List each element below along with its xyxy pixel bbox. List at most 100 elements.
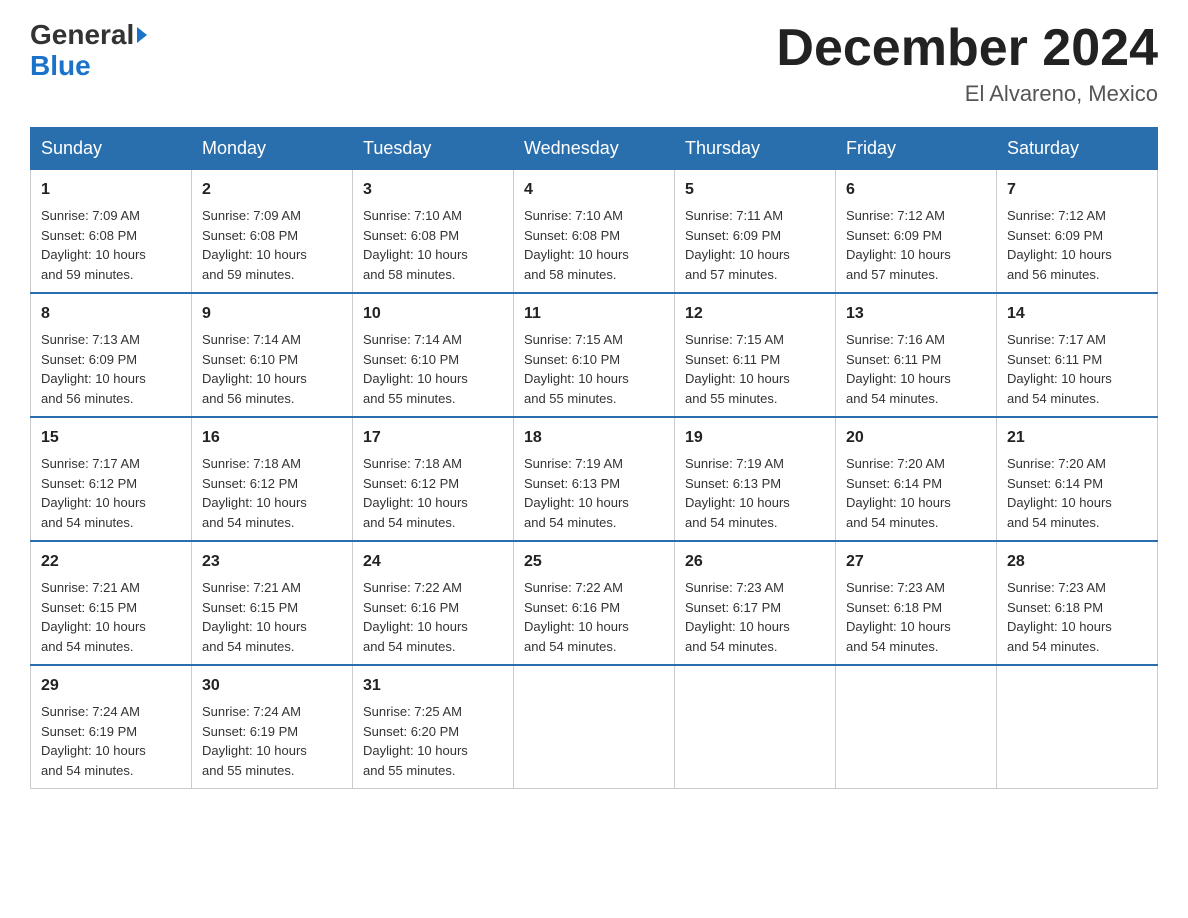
day-number: 30 (202, 674, 342, 698)
day-number: 17 (363, 426, 503, 450)
day-info: Sunrise: 7:23 AMSunset: 6:18 PMDaylight:… (846, 580, 951, 654)
table-row: 10 Sunrise: 7:14 AMSunset: 6:10 PMDaylig… (353, 293, 514, 417)
calendar-week-row: 1 Sunrise: 7:09 AMSunset: 6:08 PMDayligh… (31, 170, 1158, 294)
table-row: 30 Sunrise: 7:24 AMSunset: 6:19 PMDaylig… (192, 665, 353, 789)
table-row: 26 Sunrise: 7:23 AMSunset: 6:17 PMDaylig… (675, 541, 836, 665)
col-saturday: Saturday (997, 128, 1158, 170)
day-number: 29 (41, 674, 181, 698)
table-row: 20 Sunrise: 7:20 AMSunset: 6:14 PMDaylig… (836, 417, 997, 541)
table-row: 3 Sunrise: 7:10 AMSunset: 6:08 PMDayligh… (353, 170, 514, 294)
calendar-table: Sunday Monday Tuesday Wednesday Thursday… (30, 127, 1158, 789)
table-row (997, 665, 1158, 789)
header-row: Sunday Monday Tuesday Wednesday Thursday… (31, 128, 1158, 170)
day-info: Sunrise: 7:22 AMSunset: 6:16 PMDaylight:… (524, 580, 629, 654)
table-row: 13 Sunrise: 7:16 AMSunset: 6:11 PMDaylig… (836, 293, 997, 417)
table-row: 15 Sunrise: 7:17 AMSunset: 6:12 PMDaylig… (31, 417, 192, 541)
day-info: Sunrise: 7:14 AMSunset: 6:10 PMDaylight:… (363, 332, 468, 406)
day-number: 13 (846, 302, 986, 326)
title-area: December 2024 El Alvareno, Mexico (776, 20, 1158, 107)
table-row: 8 Sunrise: 7:13 AMSunset: 6:09 PMDayligh… (31, 293, 192, 417)
day-info: Sunrise: 7:23 AMSunset: 6:17 PMDaylight:… (685, 580, 790, 654)
day-info: Sunrise: 7:21 AMSunset: 6:15 PMDaylight:… (202, 580, 307, 654)
header: General Blue December 2024 El Alvareno, … (30, 20, 1158, 107)
table-row: 23 Sunrise: 7:21 AMSunset: 6:15 PMDaylig… (192, 541, 353, 665)
calendar-week-row: 22 Sunrise: 7:21 AMSunset: 6:15 PMDaylig… (31, 541, 1158, 665)
col-friday: Friday (836, 128, 997, 170)
day-number: 12 (685, 302, 825, 326)
table-row: 2 Sunrise: 7:09 AMSunset: 6:08 PMDayligh… (192, 170, 353, 294)
day-info: Sunrise: 7:18 AMSunset: 6:12 PMDaylight:… (202, 456, 307, 530)
col-monday: Monday (192, 128, 353, 170)
day-number: 3 (363, 178, 503, 202)
day-number: 16 (202, 426, 342, 450)
day-number: 10 (363, 302, 503, 326)
day-info: Sunrise: 7:17 AMSunset: 6:11 PMDaylight:… (1007, 332, 1112, 406)
month-title: December 2024 (776, 20, 1158, 77)
day-info: Sunrise: 7:19 AMSunset: 6:13 PMDaylight:… (524, 456, 629, 530)
day-info: Sunrise: 7:10 AMSunset: 6:08 PMDaylight:… (363, 208, 468, 282)
logo-blue-text: Blue (30, 51, 91, 82)
day-info: Sunrise: 7:20 AMSunset: 6:14 PMDaylight:… (846, 456, 951, 530)
day-info: Sunrise: 7:23 AMSunset: 6:18 PMDaylight:… (1007, 580, 1112, 654)
day-number: 26 (685, 550, 825, 574)
table-row: 22 Sunrise: 7:21 AMSunset: 6:15 PMDaylig… (31, 541, 192, 665)
table-row: 5 Sunrise: 7:11 AMSunset: 6:09 PMDayligh… (675, 170, 836, 294)
day-info: Sunrise: 7:12 AMSunset: 6:09 PMDaylight:… (1007, 208, 1112, 282)
day-number: 24 (363, 550, 503, 574)
col-tuesday: Tuesday (353, 128, 514, 170)
day-number: 2 (202, 178, 342, 202)
day-number: 4 (524, 178, 664, 202)
table-row: 1 Sunrise: 7:09 AMSunset: 6:08 PMDayligh… (31, 170, 192, 294)
table-row: 16 Sunrise: 7:18 AMSunset: 6:12 PMDaylig… (192, 417, 353, 541)
day-info: Sunrise: 7:25 AMSunset: 6:20 PMDaylight:… (363, 704, 468, 778)
col-sunday: Sunday (31, 128, 192, 170)
day-info: Sunrise: 7:13 AMSunset: 6:09 PMDaylight:… (41, 332, 146, 406)
day-number: 6 (846, 178, 986, 202)
day-info: Sunrise: 7:19 AMSunset: 6:13 PMDaylight:… (685, 456, 790, 530)
day-info: Sunrise: 7:09 AMSunset: 6:08 PMDaylight:… (41, 208, 146, 282)
day-number: 31 (363, 674, 503, 698)
table-row: 25 Sunrise: 7:22 AMSunset: 6:16 PMDaylig… (514, 541, 675, 665)
table-row: 18 Sunrise: 7:19 AMSunset: 6:13 PMDaylig… (514, 417, 675, 541)
day-number: 8 (41, 302, 181, 326)
day-number: 21 (1007, 426, 1147, 450)
location: El Alvareno, Mexico (776, 81, 1158, 107)
table-row (514, 665, 675, 789)
day-number: 20 (846, 426, 986, 450)
day-info: Sunrise: 7:18 AMSunset: 6:12 PMDaylight:… (363, 456, 468, 530)
day-number: 14 (1007, 302, 1147, 326)
day-number: 25 (524, 550, 664, 574)
table-row (675, 665, 836, 789)
day-number: 1 (41, 178, 181, 202)
day-number: 9 (202, 302, 342, 326)
logo-arrow-icon (137, 27, 147, 43)
day-info: Sunrise: 7:14 AMSunset: 6:10 PMDaylight:… (202, 332, 307, 406)
day-info: Sunrise: 7:09 AMSunset: 6:08 PMDaylight:… (202, 208, 307, 282)
day-info: Sunrise: 7:24 AMSunset: 6:19 PMDaylight:… (202, 704, 307, 778)
table-row: 28 Sunrise: 7:23 AMSunset: 6:18 PMDaylig… (997, 541, 1158, 665)
day-info: Sunrise: 7:16 AMSunset: 6:11 PMDaylight:… (846, 332, 951, 406)
day-info: Sunrise: 7:17 AMSunset: 6:12 PMDaylight:… (41, 456, 146, 530)
day-number: 27 (846, 550, 986, 574)
table-row: 24 Sunrise: 7:22 AMSunset: 6:16 PMDaylig… (353, 541, 514, 665)
table-row: 29 Sunrise: 7:24 AMSunset: 6:19 PMDaylig… (31, 665, 192, 789)
day-number: 19 (685, 426, 825, 450)
day-info: Sunrise: 7:10 AMSunset: 6:08 PMDaylight:… (524, 208, 629, 282)
day-info: Sunrise: 7:21 AMSunset: 6:15 PMDaylight:… (41, 580, 146, 654)
calendar-week-row: 8 Sunrise: 7:13 AMSunset: 6:09 PMDayligh… (31, 293, 1158, 417)
day-info: Sunrise: 7:11 AMSunset: 6:09 PMDaylight:… (685, 208, 790, 282)
day-number: 11 (524, 302, 664, 326)
day-number: 23 (202, 550, 342, 574)
table-row: 6 Sunrise: 7:12 AMSunset: 6:09 PMDayligh… (836, 170, 997, 294)
table-row (836, 665, 997, 789)
day-info: Sunrise: 7:15 AMSunset: 6:11 PMDaylight:… (685, 332, 790, 406)
day-info: Sunrise: 7:22 AMSunset: 6:16 PMDaylight:… (363, 580, 468, 654)
calendar-week-row: 29 Sunrise: 7:24 AMSunset: 6:19 PMDaylig… (31, 665, 1158, 789)
table-row: 12 Sunrise: 7:15 AMSunset: 6:11 PMDaylig… (675, 293, 836, 417)
day-number: 28 (1007, 550, 1147, 574)
table-row: 31 Sunrise: 7:25 AMSunset: 6:20 PMDaylig… (353, 665, 514, 789)
day-number: 18 (524, 426, 664, 450)
logo: General Blue (30, 20, 147, 82)
day-info: Sunrise: 7:24 AMSunset: 6:19 PMDaylight:… (41, 704, 146, 778)
table-row: 14 Sunrise: 7:17 AMSunset: 6:11 PMDaylig… (997, 293, 1158, 417)
